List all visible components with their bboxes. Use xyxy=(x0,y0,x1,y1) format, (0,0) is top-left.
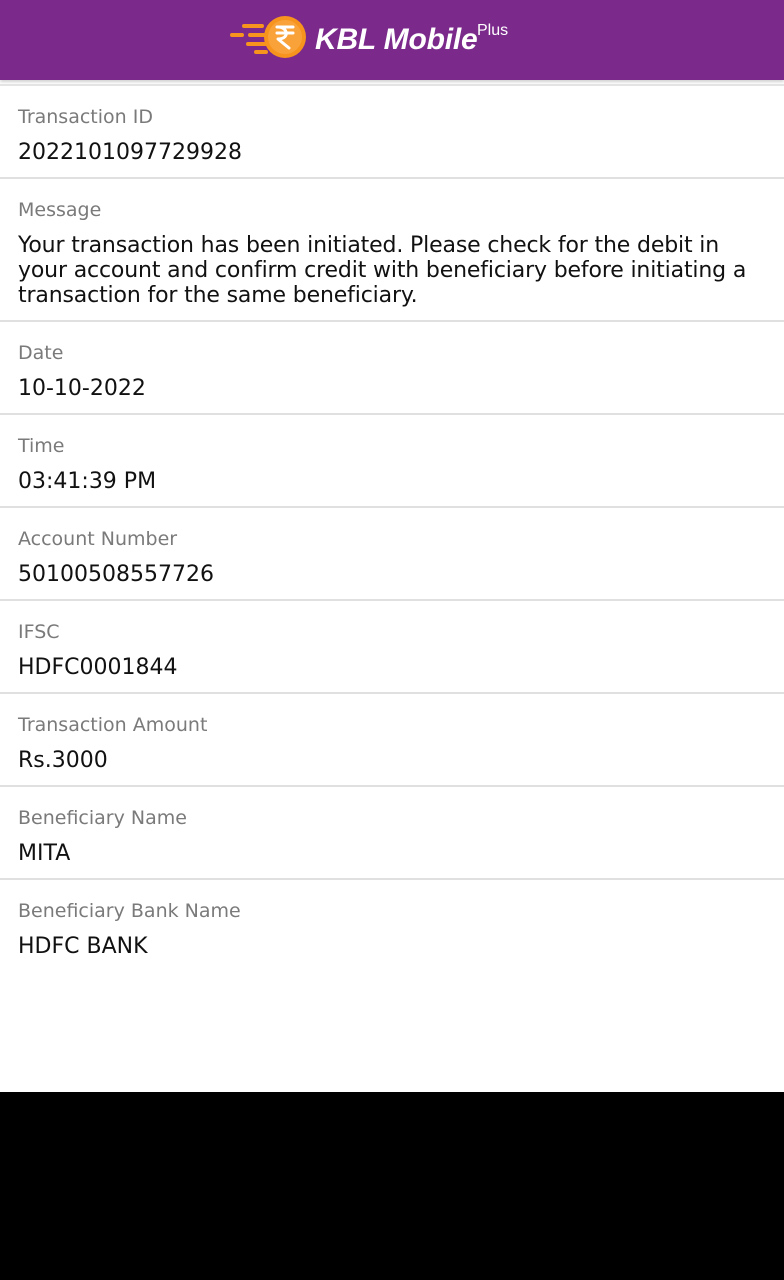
detail-value: Rs.3000 xyxy=(18,748,108,773)
detail-value: HDFC BANK xyxy=(18,934,148,959)
transaction-details-list: Transaction ID 2022101097729928 Message … xyxy=(0,84,784,973)
detail-value: MITA xyxy=(18,841,71,866)
detail-label: Date xyxy=(18,342,64,364)
detail-value: 2022101097729928 xyxy=(18,140,242,165)
detail-row-transaction-id: Transaction ID 2022101097729928 xyxy=(0,86,784,179)
detail-row-beneficiary-bank-name: Beneficiary Bank Name HDFC BANK xyxy=(0,880,784,973)
app-brand-title: KBL Mobile xyxy=(315,23,478,56)
detail-row-account-number: Account Number 50100508557726 xyxy=(0,508,784,601)
detail-row-ifsc: IFSC HDFC0001844 xyxy=(0,601,784,694)
detail-value: 10-10-2022 xyxy=(18,376,146,401)
detail-row-message: Message Your transaction has been initia… xyxy=(0,179,784,322)
detail-row-transaction-amount: Transaction Amount Rs.3000 xyxy=(0,694,784,787)
detail-label: Transaction Amount xyxy=(18,714,208,736)
detail-label: Beneficiary Bank Name xyxy=(18,900,241,922)
detail-label: Transaction ID xyxy=(18,106,153,128)
detail-row-time: Time 03:41:39 PM xyxy=(0,415,784,508)
detail-value: Your transaction has been initiated. Ple… xyxy=(18,233,747,308)
app-header: KBL Mobile Plus xyxy=(0,0,784,80)
detail-label: Time xyxy=(18,435,65,457)
detail-value: 03:41:39 PM xyxy=(18,469,157,494)
detail-value: 50100508557726 xyxy=(18,562,214,587)
detail-row-beneficiary-name: Beneficiary Name MITA xyxy=(0,787,784,880)
detail-label: Message xyxy=(18,199,102,221)
app-brand-superscript: Plus xyxy=(477,22,509,39)
detail-label: Account Number xyxy=(18,528,178,550)
detail-row-date: Date 10-10-2022 xyxy=(0,322,784,415)
detail-label: Beneficiary Name xyxy=(18,807,187,829)
detail-label: IFSC xyxy=(18,621,60,643)
app-screen: KBL Mobile Plus Transaction ID 202210109… xyxy=(0,0,784,1092)
rupee-coin-icon xyxy=(230,16,306,58)
detail-value: HDFC0001844 xyxy=(18,655,178,680)
